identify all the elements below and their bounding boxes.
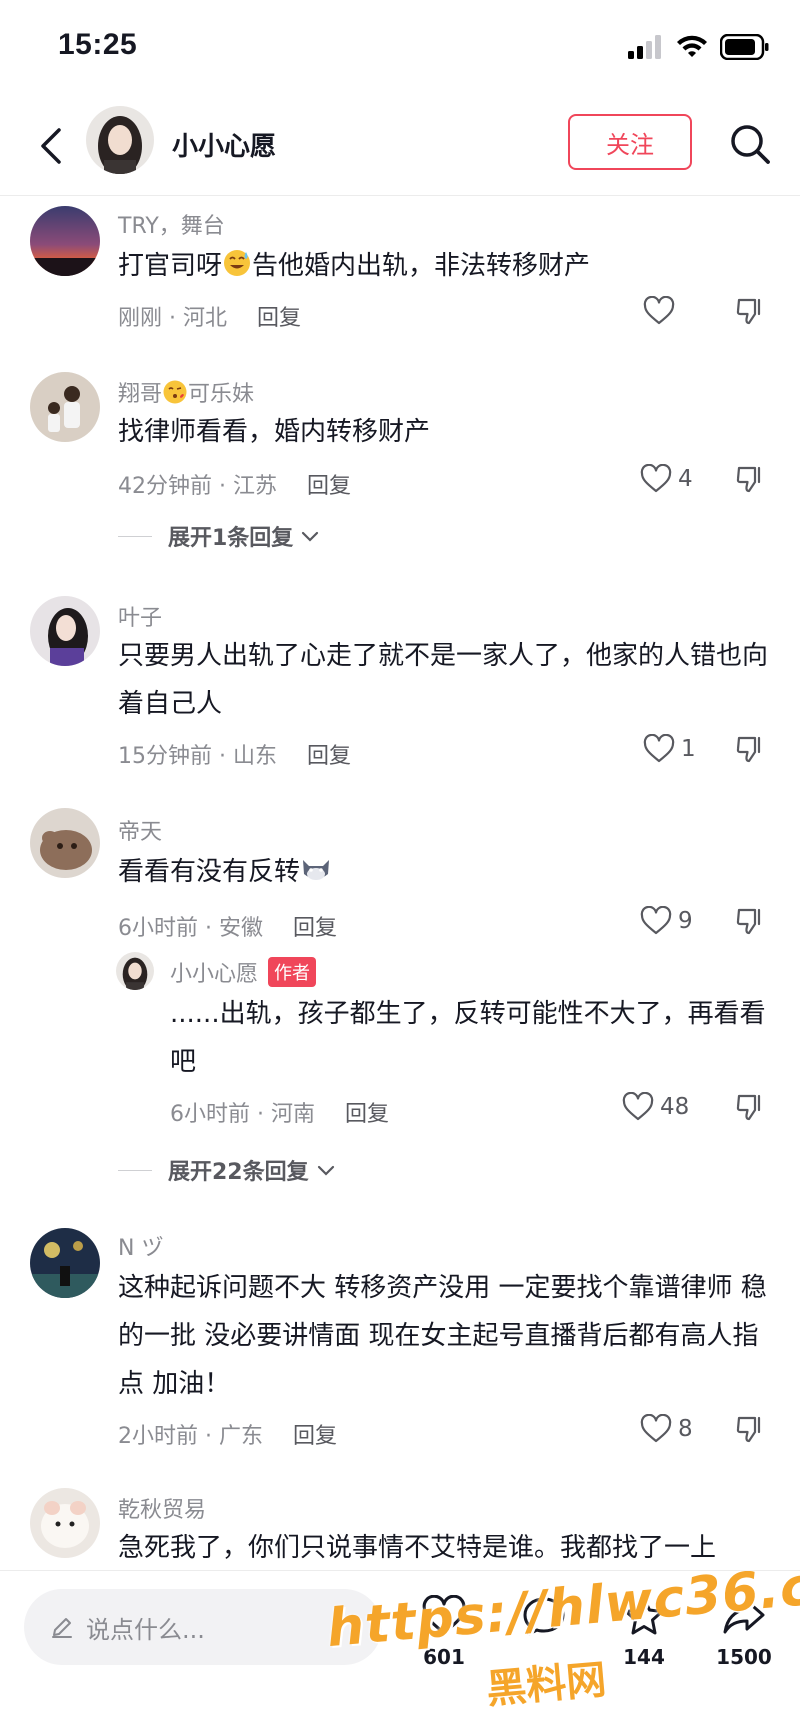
author-badge: 作者 xyxy=(268,957,317,987)
like-button[interactable]: 1 xyxy=(643,734,696,764)
comment-author[interactable]: 乾秋贸易 xyxy=(118,1492,206,1524)
watermark-brand: 黑料网 xyxy=(484,1656,609,1714)
reply-text: ......出轨，孩子都生了，反转可能性不大了，再看看吧 xyxy=(170,999,766,1077)
author-avatar[interactable] xyxy=(86,106,154,174)
sub-reply: 小小心愿 作者 ......出轨，孩子都生了，反转可能性不大了，再看看吧 6小时前… xyxy=(0,952,800,1152)
comment-author[interactable]: N ヅ xyxy=(118,1230,163,1262)
heart-icon xyxy=(640,464,672,493)
divider-line xyxy=(118,1169,152,1171)
search-icon xyxy=(731,125,770,164)
dislike-button[interactable] xyxy=(735,464,765,498)
like-button[interactable]: 8 xyxy=(640,1414,693,1444)
follow-button[interactable]: 关注 xyxy=(568,114,692,170)
like-count: 1 xyxy=(681,736,696,762)
dislike-button[interactable] xyxy=(735,1092,765,1126)
like-count: 9 xyxy=(678,908,693,934)
search-button[interactable] xyxy=(722,116,778,172)
reply-button[interactable]: 回复 xyxy=(307,744,351,769)
thumbs-down-icon xyxy=(736,1094,761,1121)
comment-text: 看看有没有反转 xyxy=(118,848,778,900)
reply-button[interactable]: 回复 xyxy=(293,1424,337,1449)
reply-button[interactable]: 回复 xyxy=(307,474,351,499)
kiss-face-emoji-icon xyxy=(162,379,188,411)
dislike-button[interactable] xyxy=(735,296,765,330)
like-button[interactable] xyxy=(643,296,681,326)
comment-input-placeholder: 说点什么... xyxy=(86,1615,205,1644)
thumbs-down-icon xyxy=(736,1416,761,1443)
author-name[interactable]: 小小心愿 xyxy=(172,126,276,163)
heart-icon xyxy=(643,734,675,763)
chevron-down-icon xyxy=(302,531,319,542)
avatar[interactable] xyxy=(30,1228,100,1298)
cat-face-emoji-icon xyxy=(300,852,332,900)
avatar[interactable] xyxy=(30,372,100,442)
reply-author[interactable]: 小小心愿 作者 xyxy=(170,956,317,988)
comment-meta: 刚刚 · 河北 回复 xyxy=(118,306,301,331)
comment-author[interactable]: 叶子 xyxy=(118,600,162,632)
cellular-signal-icon xyxy=(628,35,661,59)
dislike-button[interactable] xyxy=(735,906,765,940)
heart-icon xyxy=(622,1092,654,1121)
watermark-url: https://hlwc36.com xyxy=(324,1548,800,1660)
reply-button[interactable]: 回复 xyxy=(257,306,301,331)
wifi-icon xyxy=(677,35,707,57)
sweat-smile-emoji-icon xyxy=(222,246,252,294)
reply-meta: 6小时前 · 河南 回复 xyxy=(170,1102,389,1127)
reply-button[interactable]: 回复 xyxy=(345,1102,389,1127)
battery-icon xyxy=(720,34,769,60)
chevron-down-icon xyxy=(317,1165,334,1176)
avatar[interactable] xyxy=(30,206,100,276)
status-bar: 15:25 xyxy=(0,0,800,96)
comment-meta: 15分钟前 · 山东 回复 xyxy=(118,744,351,769)
like-button[interactable]: 4 xyxy=(640,464,693,494)
comment-meta: 6小时前 · 安徽 回复 xyxy=(118,916,337,941)
status-time: 15:25 xyxy=(58,28,138,61)
expand-replies-button[interactable]: 展开22条回复 xyxy=(118,1154,337,1186)
like-button[interactable]: 9 xyxy=(640,906,693,936)
comment-author[interactable]: 翔哥 可乐妹 xyxy=(118,376,254,411)
dislike-button[interactable] xyxy=(735,1414,765,1448)
avatar[interactable] xyxy=(30,1488,100,1558)
thumbs-down-icon xyxy=(736,736,761,763)
dislike-button[interactable] xyxy=(735,734,765,768)
watermark-overlay: https://hlwc36.com 黑料网 xyxy=(324,1549,800,1726)
like-button[interactable]: 48 xyxy=(622,1092,689,1122)
thumbs-down-icon xyxy=(736,908,761,935)
like-count: 4 xyxy=(678,466,693,492)
reply-button[interactable]: 回复 xyxy=(293,916,337,941)
divider-line xyxy=(118,535,152,537)
heart-icon xyxy=(640,906,672,935)
comment-text: 找律师看看，婚内转移财产 xyxy=(118,417,431,447)
header: 小小心愿 关注 xyxy=(0,96,800,196)
comment-text: 打官司呀 告他婚内出轨，非法转移财产 xyxy=(118,242,778,294)
pencil-icon xyxy=(52,1618,72,1638)
thumbs-down-icon xyxy=(736,298,761,325)
thumbs-down-icon xyxy=(736,466,761,493)
like-count: 48 xyxy=(660,1094,690,1120)
comment-text: 这种起诉问题不大 转移资产没用 一定要找个靠谱律师 稳的一批 没必要讲情面 现在… xyxy=(118,1273,767,1399)
avatar[interactable] xyxy=(30,596,100,666)
comment-meta: 42分钟前 · 江苏 回复 xyxy=(118,474,351,499)
avatar[interactable] xyxy=(30,808,100,878)
chevron-left-icon xyxy=(41,128,61,164)
comment-text: 急死我了，你们只说事情不艾特是谁。我都找了一上 xyxy=(118,1533,717,1563)
comment-meta: 2小时前 · 广东 回复 xyxy=(118,1424,337,1449)
expand-replies-button[interactable]: 展开1条回复 xyxy=(118,520,321,552)
heart-icon xyxy=(640,1414,672,1443)
heart-icon xyxy=(643,296,675,325)
comment-author[interactable]: TRY，舞台 xyxy=(118,208,225,240)
back-button[interactable] xyxy=(26,118,76,174)
comment-text: 只要男人出轨了心走了就不是一家人了，他家的人错也向着自己人 xyxy=(118,641,769,719)
status-icons xyxy=(628,34,770,60)
comment-author[interactable]: 帝天 xyxy=(118,814,162,846)
like-count: 8 xyxy=(678,1416,693,1442)
avatar[interactable] xyxy=(116,952,154,990)
